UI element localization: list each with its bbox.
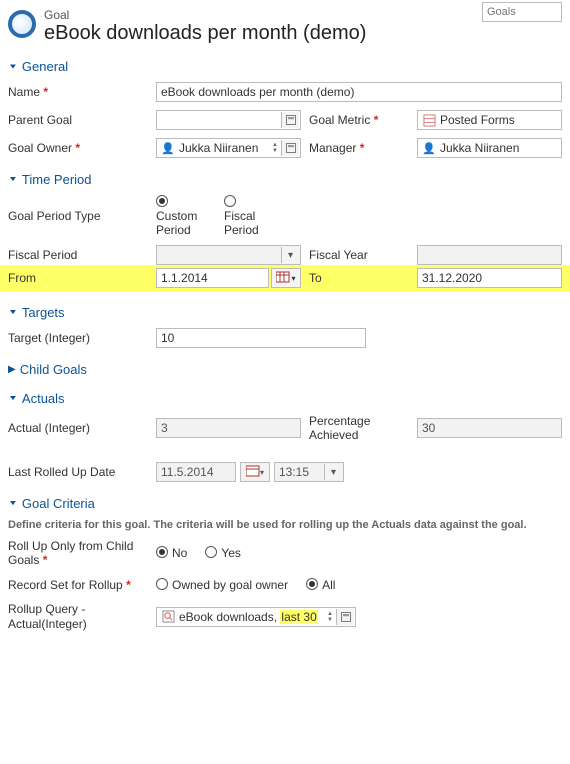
lookup-icon[interactable] [281,112,299,128]
section-header-goal-criteria[interactable]: Goal Criteria [8,496,562,511]
chevron-down-icon: ▾ [291,274,295,283]
target-integer-input[interactable]: 10 [156,328,366,348]
label-name: Name [8,85,148,99]
label-to: To [309,271,409,285]
label-manager: Manager [309,141,409,155]
section-header-targets[interactable]: Targets [8,305,562,320]
radio-icon [156,546,168,558]
label-fiscal-year: Fiscal Year [309,248,409,262]
label-rollup-only: Roll Up Only from Child Goals [8,539,148,568]
manager-value: Jukka Niiranen [440,141,519,155]
label-percentage-achieved: Percentage Achieved [309,414,409,442]
actual-integer-value: 3 [161,421,168,435]
calendar-button[interactable]: ▾ [271,268,301,288]
from-date-value: 1.1.2014 [161,271,208,285]
metric-icon [422,113,436,127]
rollup-query-lookup[interactable]: eBook downloads, last 30 ▲▼ [156,607,356,627]
goal-owner-value: Jukka Niiranen [179,141,258,155]
user-icon: 👤 [161,141,175,155]
label-record-set: Record Set for Rollup [8,578,148,592]
chevron-down-icon[interactable]: ▾ [281,247,299,263]
global-search-input[interactable] [482,2,562,22]
chevron-down-icon [8,61,18,72]
percentage-achieved-field: 30 [417,418,562,438]
radio-icon [205,546,217,558]
label-goal-metric: Goal Metric [309,113,409,127]
section-header-time-period[interactable]: Time Period [8,172,562,187]
query-icon [161,610,175,624]
section-label: Child Goals [20,362,87,377]
radio-rollup-no[interactable]: No [156,546,187,560]
goal-metric-value: Posted Forms [440,113,515,127]
chevron-down-icon [8,174,18,185]
last-rolled-time-value: 13:15 [279,465,309,479]
radio-rollup-yes[interactable]: Yes [205,546,241,560]
to-date-value: 31.12.2020 [422,271,482,285]
chevron-down-icon [8,307,18,318]
record-header: Goal eBook downloads per month (demo) [8,8,562,45]
section-label: General [22,59,68,74]
from-date-input[interactable]: 1.1.2014 [156,268,269,288]
radio-custom-period[interactable]: Custom Period [156,195,206,237]
radio-icon [224,195,236,207]
radio-icon [156,195,168,207]
page-title: eBook downloads per month (demo) [44,22,562,45]
user-icon: 👤 [422,141,436,155]
section-header-actuals[interactable]: Actuals [8,391,562,406]
fiscal-period-select[interactable]: ▾ [156,245,301,265]
radio-icon [306,578,318,590]
radio-fiscal-period[interactable]: Fiscal Period [224,195,274,237]
chevron-down-icon: ▾ [260,468,264,477]
label-rollup-query-actual: Rollup Query - Actual(Integer) [8,602,148,631]
name-value: eBook downloads per month (demo) [161,85,354,99]
section-header-general[interactable]: General [8,59,562,74]
goal-owner-lookup[interactable]: 👤 Jukka Niiranen ▲▼ [156,138,301,158]
radio-icon [156,578,168,590]
last-rolled-date-field: 11.5.2014 [156,462,236,482]
manager-lookup[interactable]: 👤 Jukka Niiranen [417,138,562,158]
label-last-rolled-up: Last Rolled Up Date [8,465,148,479]
section-header-child-goals[interactable]: Child Goals [8,362,562,377]
parent-goal-lookup[interactable] [156,110,301,130]
label-actual-integer: Actual (Integer) [8,421,148,435]
last-rolled-date-value: 11.5.2014 [161,465,214,479]
percentage-achieved-value: 30 [422,421,435,435]
radio-owned-by-owner[interactable]: Owned by goal owner [156,578,288,592]
radio-all[interactable]: All [306,578,335,592]
rollup-query-value: eBook downloads, last 30 [179,610,318,624]
lookup-icon[interactable] [281,140,299,156]
goal-metric-lookup[interactable]: Posted Forms [417,110,562,130]
chevron-right-icon [8,364,16,375]
label-from: From [8,271,148,285]
section-label: Goal Criteria [22,496,95,511]
fiscal-year-select[interactable] [417,245,562,265]
highlighted-date-range: From 1.1.2014 ▾ To 31.12.2020 [0,265,570,291]
section-label: Time Period [22,172,92,187]
label-goal-owner: Goal Owner [8,141,148,155]
last-rolled-time-field: 13:15 ▾ [274,462,344,482]
calendar-icon [246,465,260,480]
calendar-icon [276,271,290,286]
chevron-down-icon[interactable]: ▾ [324,464,342,480]
goal-criteria-description: Define criteria for this goal. The crite… [8,519,562,531]
chevron-down-icon [8,393,18,404]
chevron-down-icon [8,498,18,509]
actual-integer-field: 3 [156,418,301,438]
label-target-integer: Target (Integer) [8,331,148,345]
section-label: Targets [22,305,65,320]
lookup-icon[interactable] [336,609,354,625]
name-field[interactable]: eBook downloads per month (demo) [156,82,562,102]
goal-icon [8,10,36,38]
calendar-button[interactable]: ▾ [240,462,270,482]
section-label: Actuals [22,391,65,406]
label-period-type: Goal Period Type [8,209,148,223]
label-fiscal-period: Fiscal Period [8,248,148,262]
to-date-input[interactable]: 31.12.2020 [417,268,562,288]
target-integer-value: 10 [161,331,174,345]
label-parent-goal: Parent Goal [8,113,148,127]
